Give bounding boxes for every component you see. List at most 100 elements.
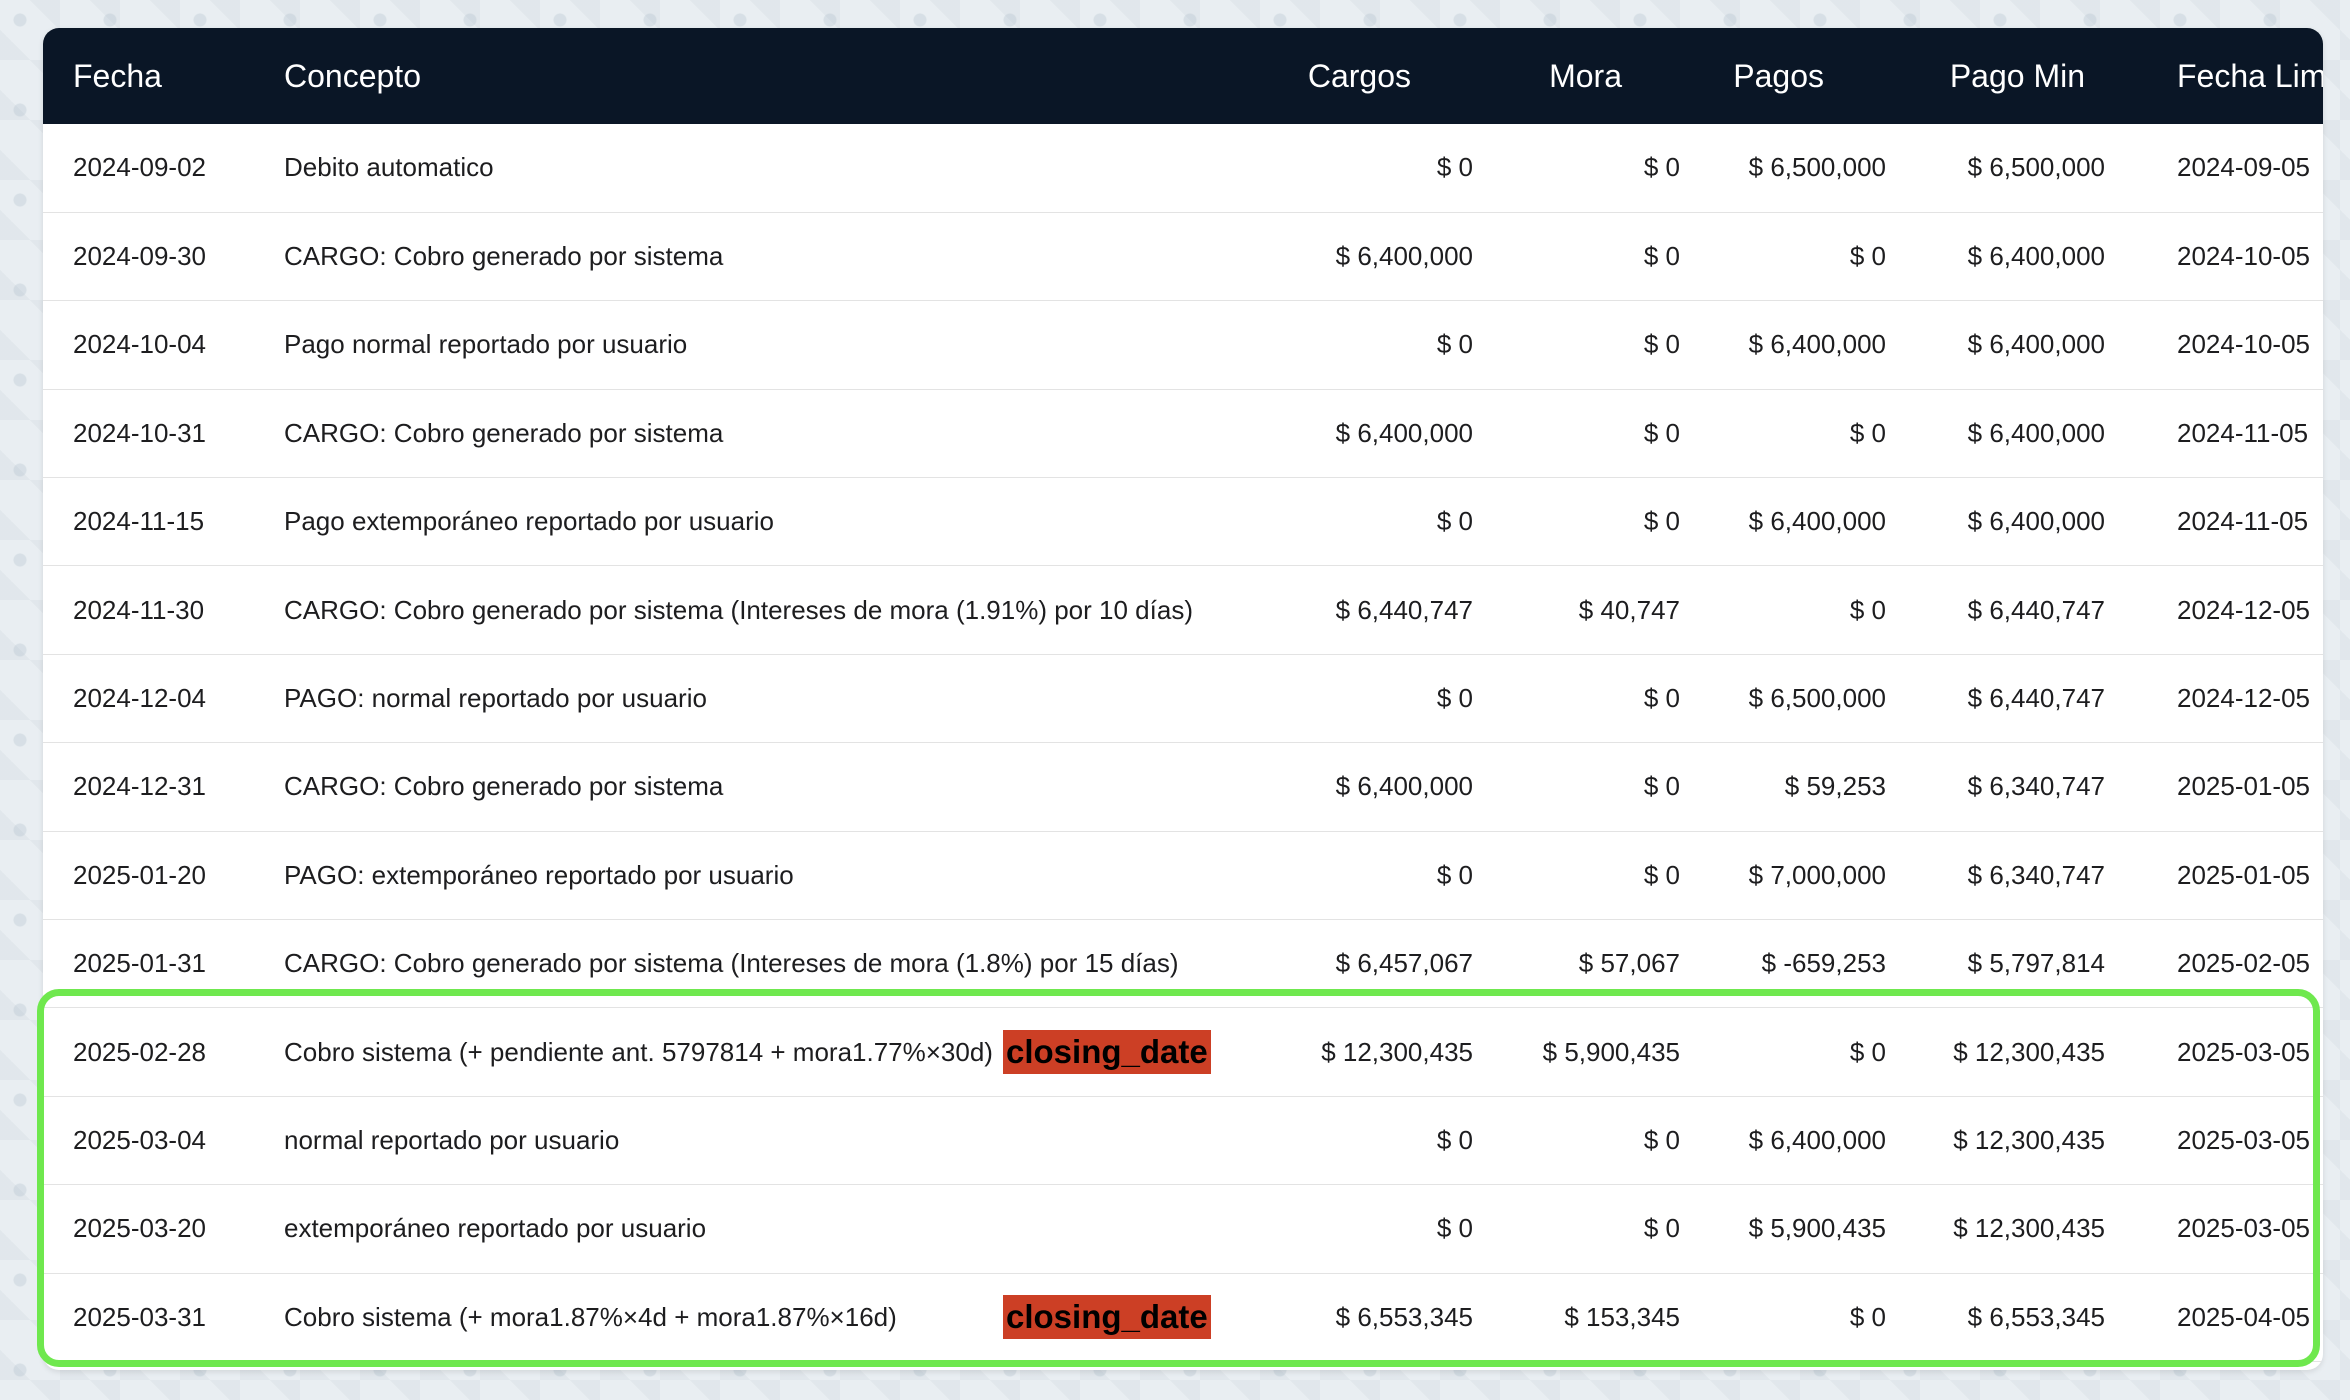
cell-fecha: 2025-03-31 bbox=[73, 1301, 206, 1332]
table-row[interactable]: 2025-03-04 normal reportado por usuario $ … bbox=[43, 1096, 2323, 1185]
concepto-text: CARGO: Cobro generado por sistema (Inter… bbox=[284, 594, 1193, 625]
cell-mora: $ 5,900,435 bbox=[1542, 1036, 1680, 1067]
concepto-text: CARGO: Cobro generado por sistema bbox=[284, 771, 724, 802]
cell-cargos: $ 0 bbox=[1436, 506, 1473, 537]
cell-pagos: $ 59,253 bbox=[1784, 771, 1886, 802]
cell-concepto: normal reportado por usuario bbox=[254, 1096, 1290, 1184]
concepto-text: Cobro sistema (+ mora1.87%×4d + mora1.87… bbox=[284, 1301, 897, 1332]
ledger-panel: Fecha Concepto Cargos Mora Pagos Pago Mi… bbox=[43, 28, 2323, 1370]
ledger-body: 2024-09-02 Debito automatico $ 0 $ 0 $ 6,500… bbox=[43, 124, 2323, 1362]
cell-concepto: extemporáneo reportado por usuario bbox=[254, 1185, 1290, 1273]
cell-pago-min: $ 6,440,747 bbox=[1967, 594, 2105, 625]
cell-concepto: PAGO: normal reportado por usuario bbox=[254, 654, 1290, 742]
table-row[interactable]: 2024-10-04 Pago normal reportado por usua… bbox=[43, 301, 2323, 390]
cell-concepto: Pago normal reportado por usuario bbox=[254, 301, 1290, 389]
cell-pagos: $ 6,500,000 bbox=[1748, 152, 1886, 183]
concepto-text: Cobro sistema (+ pendiente ant. 5797814 … bbox=[284, 1036, 993, 1067]
cell-mora: $ 0 bbox=[1643, 1213, 1680, 1244]
cell-pagos: $ 0 bbox=[1849, 417, 1886, 448]
cell-concepto: Cobro sistema (+ mora1.87%×4d + mora1.87… bbox=[254, 1273, 1290, 1361]
cell-mora: $ 57,067 bbox=[1578, 948, 1680, 979]
closing-date-tag: closing_date bbox=[1003, 1030, 1211, 1075]
table-row[interactable]: 2024-11-15 Pago extemporáneo reportado po… bbox=[43, 478, 2323, 566]
concepto-text: CARGO: Cobro generado por sistema (Inter… bbox=[284, 948, 1179, 979]
cell-concepto: CARGO: Cobro generado por sistema (Inter… bbox=[254, 920, 1290, 1008]
cell-fecha: 2024-12-04 bbox=[73, 683, 206, 714]
cell-mora: $ 0 bbox=[1643, 506, 1680, 537]
cell-pagos: $ 5,900,435 bbox=[1748, 1213, 1886, 1244]
table-row[interactable]: 2024-12-04 PAGO: normal reportado por usu… bbox=[43, 654, 2323, 743]
table-row[interactable]: 2024-10-31 CARGO: Cobro generado por sist… bbox=[43, 389, 2323, 478]
concepto-text: PAGO: normal reportado por usuario bbox=[284, 683, 707, 714]
cell-cargos: $ 6,457,067 bbox=[1335, 948, 1473, 979]
table-row[interactable]: 2025-03-20 extemporáneo reportado por usu… bbox=[43, 1185, 2323, 1274]
cell-pagos: $ 6,500,000 bbox=[1748, 683, 1886, 714]
cell-mora: $ 0 bbox=[1643, 1124, 1680, 1155]
table-header-row: Fecha Concepto Cargos Mora Pagos Pago Mi… bbox=[43, 28, 2323, 124]
concepto-text: PAGO: extemporáneo reportado por usuario bbox=[284, 859, 794, 890]
header-fecha[interactable]: Fecha bbox=[43, 28, 254, 124]
cell-pago-min: $ 6,400,000 bbox=[1967, 506, 2105, 537]
cell-cargos: $ 12,300,435 bbox=[1321, 1036, 1473, 1067]
cell-fecha: 2024-09-30 bbox=[73, 241, 206, 272]
cell-fecha-limite: 2024-09-05 bbox=[2177, 152, 2310, 183]
header-mora[interactable]: Mora bbox=[1503, 28, 1710, 124]
header-concepto[interactable]: Concepto bbox=[254, 28, 1290, 124]
table-row[interactable]: 2024-11-30 CARGO: Cobro generado por sist… bbox=[43, 566, 2323, 655]
cell-fecha-limite: 2024-10-05 bbox=[2177, 241, 2310, 272]
table-row[interactable]: 2024-09-02 Debito automatico $ 0 $ 0 $ 6,500… bbox=[43, 124, 2323, 213]
cell-pago-min: $ 5,797,814 bbox=[1967, 948, 2105, 979]
cell-fecha-limite: 2025-02-05 bbox=[2177, 948, 2310, 979]
cell-pago-min: $ 12,300,435 bbox=[1953, 1213, 2105, 1244]
cell-mora: $ 0 bbox=[1643, 152, 1680, 183]
concepto-text: Pago normal reportado por usuario bbox=[284, 329, 688, 360]
table-row[interactable]: 2025-03-31 Cobro sistema (+ mora1.87%×4d … bbox=[43, 1273, 2323, 1362]
cell-mora: $ 0 bbox=[1643, 241, 1680, 272]
cell-mora: $ 0 bbox=[1643, 859, 1680, 890]
concepto-text: CARGO: Cobro generado por sistema bbox=[284, 417, 724, 448]
table-row[interactable]: 2024-09-30 CARGO: Cobro generado por sist… bbox=[43, 212, 2323, 301]
header-pagos[interactable]: Pagos bbox=[1710, 28, 1916, 124]
cell-fecha: 2025-01-31 bbox=[73, 948, 206, 979]
cell-fecha: 2024-10-04 bbox=[73, 329, 206, 360]
cell-pago-min: $ 6,553,345 bbox=[1967, 1301, 2105, 1332]
cell-cargos: $ 0 bbox=[1436, 683, 1473, 714]
cell-mora: $ 153,345 bbox=[1564, 1301, 1680, 1332]
header-cargos[interactable]: Cargos bbox=[1290, 28, 1503, 124]
cell-fecha: 2024-12-31 bbox=[73, 771, 206, 802]
cell-pago-min: $ 6,440,747 bbox=[1967, 683, 2105, 714]
cell-concepto: Pago extemporáneo reportado por usuario bbox=[254, 478, 1290, 566]
cell-fecha: 2024-11-30 bbox=[73, 594, 205, 625]
cell-fecha: 2025-02-28 bbox=[73, 1036, 206, 1067]
cell-fecha-limite: 2024-11-05 bbox=[2177, 417, 2309, 448]
table-row[interactable]: 2025-01-31 CARGO: Cobro generado por sist… bbox=[43, 920, 2323, 1008]
cell-cargos: $ 0 bbox=[1436, 859, 1473, 890]
table-row[interactable]: 2024-12-31 CARGO: Cobro generado por sist… bbox=[43, 743, 2323, 832]
header-fecha-limite[interactable]: Fecha Limite bbox=[2135, 28, 2323, 124]
cell-fecha: 2025-03-04 bbox=[73, 1124, 206, 1155]
concepto-text: normal reportado por usuario bbox=[284, 1124, 620, 1155]
cell-fecha-limite: 2025-03-05 bbox=[2177, 1213, 2310, 1244]
cell-mora: $ 0 bbox=[1643, 329, 1680, 360]
header-pago-min[interactable]: Pago Min bbox=[1916, 28, 2135, 124]
concepto-text: Pago extemporáneo reportado por usuario bbox=[284, 506, 774, 537]
cell-fecha-limite: 2024-10-05 bbox=[2177, 329, 2310, 360]
cell-concepto: Cobro sistema (+ pendiente ant. 5797814 … bbox=[254, 1008, 1290, 1096]
table-row[interactable]: 2025-01-20 PAGO: extemporáneo reportado p… bbox=[43, 831, 2323, 920]
closing-date-tag: closing_date bbox=[1003, 1295, 1211, 1340]
cell-fecha-limite: 2024-12-05 bbox=[2177, 594, 2310, 625]
cell-pagos: $ 6,400,000 bbox=[1748, 1124, 1886, 1155]
cell-fecha: 2025-01-20 bbox=[73, 859, 206, 890]
concepto-text: extemporáneo reportado por usuario bbox=[284, 1213, 707, 1244]
table-row[interactable]: 2025-02-28 Cobro sistema (+ pendiente ant… bbox=[43, 1008, 2323, 1097]
concepto-text: CARGO: Cobro generado por sistema bbox=[284, 241, 724, 272]
ledger-table: Fecha Concepto Cargos Mora Pagos Pago Mi… bbox=[43, 28, 2323, 1362]
cell-concepto: CARGO: Cobro generado por sistema bbox=[254, 743, 1290, 831]
cell-fecha-limite: 2025-01-05 bbox=[2177, 859, 2310, 890]
concepto-text: Debito automatico bbox=[284, 152, 494, 183]
cell-cargos: $ 6,400,000 bbox=[1335, 771, 1473, 802]
cell-pago-min: $ 6,500,000 bbox=[1967, 152, 2105, 183]
cell-fecha: 2025-03-20 bbox=[73, 1213, 206, 1244]
cell-cargos: $ 6,400,000 bbox=[1335, 417, 1473, 448]
cell-concepto: CARGO: Cobro generado por sistema bbox=[254, 389, 1290, 477]
